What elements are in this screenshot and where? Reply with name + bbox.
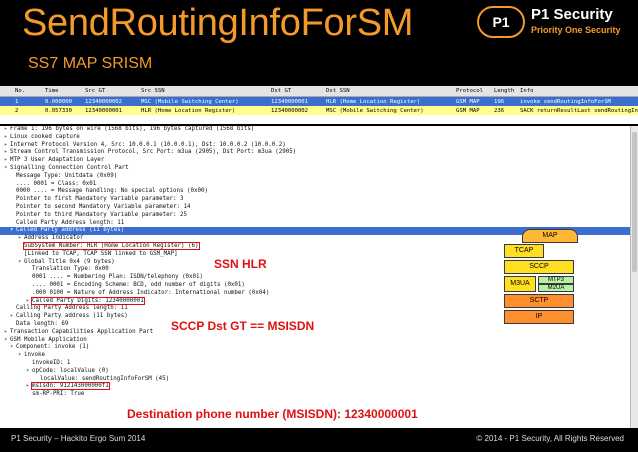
layer-m2ua: M2UA bbox=[538, 284, 574, 292]
annotation-sccp-dst-gt: SCCP Dst GT == MSISDN bbox=[171, 319, 315, 333]
packet-row[interactable]: 1 0.000000 12340000002 MSC (Mobile Switc… bbox=[0, 97, 638, 106]
tree-item[interactable]: Message Type: Unitdata (0x09) bbox=[0, 173, 638, 181]
tree-item[interactable]: invokeID: 1 bbox=[0, 360, 638, 368]
tree-item[interactable]: Pointer to second Mandatory Variable par… bbox=[0, 204, 638, 212]
layer-ip: IP bbox=[504, 310, 574, 324]
tree-item[interactable]: ▾ invoke bbox=[0, 352, 638, 360]
tree-item[interactable]: sm-RP-PRI: True bbox=[0, 391, 638, 399]
layer-tcap: TCAP bbox=[504, 244, 544, 258]
footer-left: P1 Security – Hackito Ergo Sum 2014 bbox=[11, 434, 146, 443]
packet-list[interactable]: No. Time Src GT Src SSN Dst GT Dst SSN P… bbox=[0, 86, 638, 124]
tree-item[interactable]: ▾ opCode: localValue (0) bbox=[0, 368, 638, 376]
tree-item[interactable]: ▾ Component: invoke (1) bbox=[0, 344, 638, 352]
tree-item[interactable]: ▾ Signalling Connection Control Part bbox=[0, 165, 638, 173]
layer-sctp: SCTP bbox=[504, 294, 574, 308]
slide-title: SendRoutingInfoForSM bbox=[22, 2, 414, 44]
tree-item[interactable]: ▸ Frame 1: 196 bytes on wire (1568 bits),… bbox=[0, 126, 638, 134]
tree-item[interactable]: ▸ msisdn: 912143000000f1 bbox=[0, 382, 638, 391]
col-info[interactable]: Info bbox=[518, 88, 638, 94]
col-time[interactable]: Time bbox=[43, 88, 83, 94]
layer-sccp: SCCP bbox=[504, 260, 574, 274]
col-dst-gt[interactable]: Dst GT bbox=[269, 88, 324, 94]
scrollbar-thumb[interactable] bbox=[632, 132, 637, 272]
tree-item[interactable]: Pointer to third Mandatory Variable para… bbox=[0, 212, 638, 220]
col-src-gt[interactable]: Src GT bbox=[83, 88, 139, 94]
tree-item[interactable]: ▸ Transaction Capabilities Application Pa… bbox=[0, 329, 638, 337]
footer-right: © 2014 - P1 Security, All Rights Reserve… bbox=[476, 434, 624, 443]
layer-map: MAP bbox=[522, 229, 578, 243]
called-party-digits-field: Called Party Digits: 12340000001 bbox=[31, 296, 145, 305]
tree-item[interactable]: ▸ MTP 3 User Adaptation Layer bbox=[0, 157, 638, 165]
protocol-stack-diagram: MAP TCAP SCCP M3UA MTP3 M2UA SCTP IP bbox=[498, 229, 590, 329]
msisdn-field: msisdn: 912143000000f1 bbox=[31, 382, 110, 391]
col-protocol[interactable]: Protocol bbox=[454, 88, 492, 94]
col-length[interactable]: Length bbox=[492, 88, 518, 94]
col-dst-ssn[interactable]: Dst SSN bbox=[324, 88, 454, 94]
annotation-ssn-hlr: SSN HLR bbox=[214, 257, 267, 271]
p1-security-logo: P1 P1 Security Priority One Security bbox=[477, 6, 635, 40]
tree-item[interactable]: 0000 .... = Message handling: No special… bbox=[0, 188, 638, 196]
col-src-ssn[interactable]: Src SSN bbox=[139, 88, 269, 94]
tree-item[interactable]: ▸ Linux cooked capture bbox=[0, 134, 638, 142]
logo-badge: P1 bbox=[477, 6, 525, 38]
packet-list-header: No. Time Src GT Src SSN Dst GT Dst SSN P… bbox=[0, 86, 638, 97]
subsystem-number-field: SubSystem Number: HLR (Home Location Reg… bbox=[23, 241, 200, 250]
layer-m3ua: M3UA bbox=[504, 276, 536, 292]
col-no[interactable]: No. bbox=[13, 88, 43, 94]
logo-tagline: Priority One Security bbox=[531, 25, 621, 35]
tree-scrollbar[interactable] bbox=[630, 126, 638, 428]
tree-item[interactable]: .... 0001 = Class: 0x01 bbox=[0, 181, 638, 189]
slide-header: SendRoutingInfoForSM SS7 MAP SRISM P1 P1… bbox=[0, 0, 638, 92]
slide-footer: P1 Security – Hackito Ergo Sum 2014 © 20… bbox=[0, 428, 638, 452]
tree-item[interactable]: Called Party Address length: 11 bbox=[0, 220, 638, 228]
tree-item[interactable]: ▸ Internet Protocol Version 4, Src: 10.0.… bbox=[0, 142, 638, 150]
packet-row[interactable]: 2 0.057330 12340000001 HLR (Home Locatio… bbox=[0, 106, 638, 115]
tree-item[interactable]: ▾ GSM Mobile Application bbox=[0, 337, 638, 345]
logo-name: P1 Security bbox=[531, 6, 613, 23]
tree-item[interactable]: Pointer to first Mandatory Variable para… bbox=[0, 196, 638, 204]
slide-subtitle: SS7 MAP SRISM bbox=[28, 55, 153, 72]
tree-item[interactable]: ▸ Stream Control Transmission Protocol, S… bbox=[0, 149, 638, 157]
annotation-msisdn: Destination phone number (MSISDN): 12340… bbox=[127, 407, 418, 421]
layer-mtp3: MTP3 bbox=[538, 276, 574, 284]
